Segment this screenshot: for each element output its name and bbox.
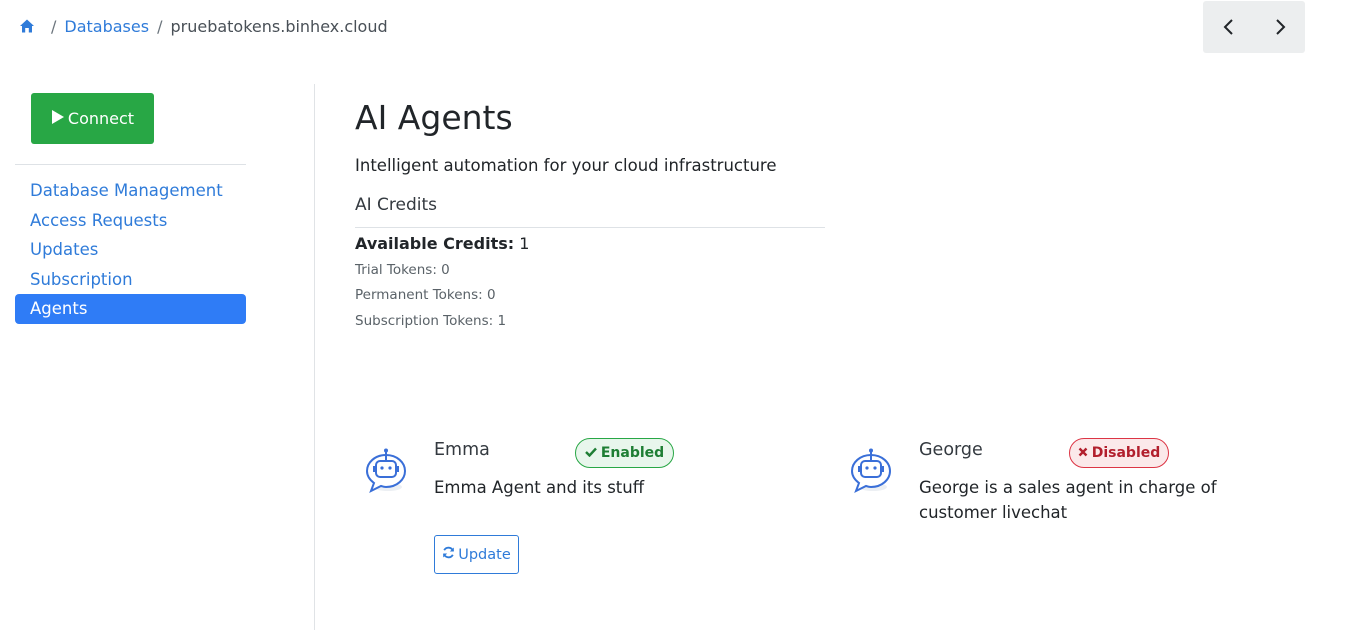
credits-title: AI Credits (355, 195, 438, 215)
page-title: AI Agents (355, 98, 513, 137)
agent-card-emma: Emma Enabled Emma Agent and its stuff Up… (362, 438, 782, 577)
page-subtitle: Intelligent automation for your cloud in… (355, 156, 777, 175)
sidebar-divider (15, 164, 246, 165)
history-nav (1203, 1, 1305, 53)
page: / Databases / pruebatokens.binhex.cloud … (0, 0, 1358, 630)
credits-divider (355, 227, 825, 228)
available-credits: Available Credits: 1 (355, 234, 529, 253)
check-icon (584, 445, 597, 461)
breadcrumb-separator: / (51, 16, 57, 36)
update-button[interactable]: Update (434, 535, 519, 574)
breadcrumb: / Databases / pruebatokens.binhex.cloud (19, 14, 388, 38)
connect-label: Connect (67, 109, 135, 128)
subscription-tokens: Subscription Tokens: 1 (355, 313, 507, 329)
breadcrumb-current: pruebatokens.binhex.cloud (170, 16, 388, 36)
sidebar-nav: Database Management Access Requests Upda… (15, 176, 246, 324)
chevron-left-icon[interactable] (1203, 1, 1254, 53)
connect-button[interactable]: Connect (31, 93, 154, 144)
content-divider (314, 84, 315, 630)
chevron-right-icon[interactable] (1254, 1, 1305, 53)
permanent-tokens: Permanent Tokens: 0 (355, 287, 496, 303)
sidebar-item-access-requests[interactable]: Access Requests (15, 206, 246, 236)
available-credits-value: 1 (519, 234, 530, 253)
sidebar-item-agents[interactable]: Agents (15, 294, 246, 324)
breadcrumb-separator: / (157, 16, 163, 36)
agent-description: Emma Agent and its stuff (434, 478, 645, 497)
status-label: Disabled (1091, 445, 1161, 461)
robot-chat-icon (847, 447, 895, 495)
agent-card-george: George Disabled George is a sales agent … (847, 438, 1267, 537)
sidebar-item-updates[interactable]: Updates (15, 235, 246, 265)
home-icon[interactable] (19, 18, 35, 34)
sidebar-item-database-management[interactable]: Database Management (15, 176, 246, 206)
robot-chat-icon (362, 447, 410, 495)
status-badge-disabled: Disabled (1069, 438, 1169, 468)
agent-description: George is a sales agent in charge of (919, 478, 1217, 497)
agent-description-line2: customer livechat (919, 503, 1068, 522)
update-label: Update (458, 546, 511, 563)
x-icon (1078, 445, 1088, 461)
trial-tokens: Trial Tokens: 0 (355, 262, 450, 278)
sidebar-item-subscription[interactable]: Subscription (15, 265, 246, 295)
agent-name: Emma (434, 440, 490, 460)
refresh-icon (442, 546, 455, 563)
available-credits-label: Available Credits: (355, 234, 515, 253)
breadcrumb-databases-link[interactable]: Databases (64, 17, 149, 36)
agent-name: George (919, 440, 983, 460)
play-icon (51, 109, 64, 128)
status-badge-enabled: Enabled (575, 438, 674, 468)
status-label: Enabled (600, 445, 665, 461)
